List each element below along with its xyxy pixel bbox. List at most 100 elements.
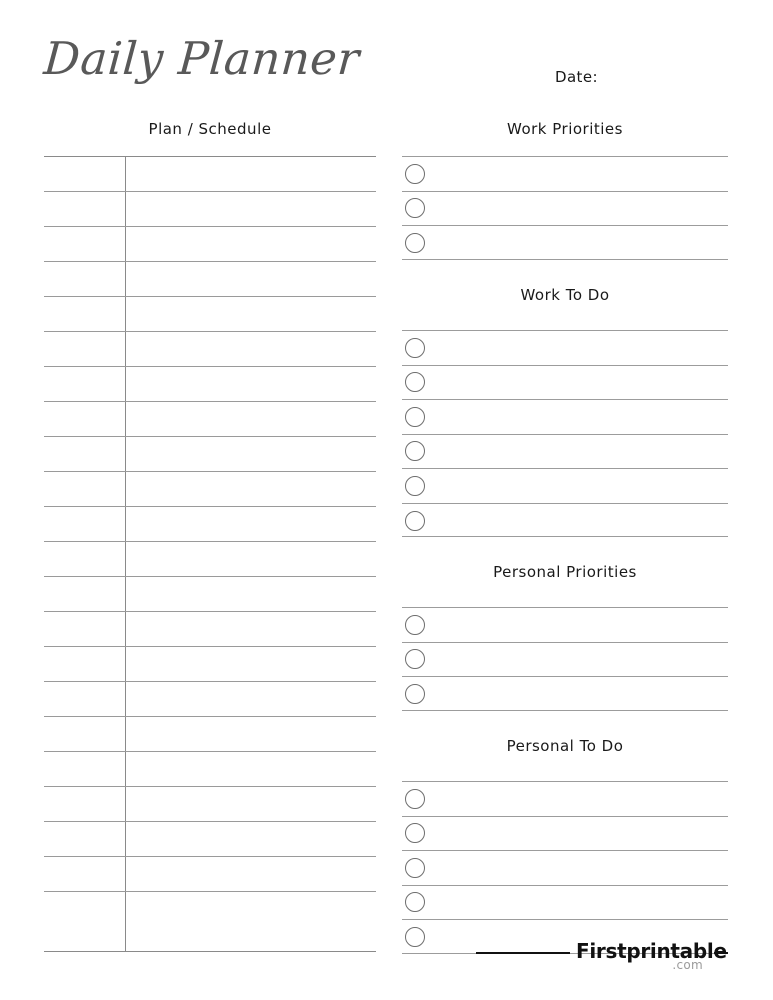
- schedule-note-cell[interactable]: [126, 157, 376, 191]
- checkbox-circle-icon[interactable]: [405, 406, 425, 427]
- schedule-time-cell[interactable]: [44, 682, 125, 716]
- list-item[interactable]: [402, 677, 728, 712]
- schedule-time-cell[interactable]: [44, 717, 125, 751]
- list-item[interactable]: [402, 817, 728, 851]
- schedule-note-cell[interactable]: [126, 367, 376, 401]
- schedule-row[interactable]: [44, 507, 376, 542]
- schedule-row[interactable]: [44, 647, 376, 682]
- checkbox-circle-icon[interactable]: [405, 788, 425, 809]
- schedule-time-cell[interactable]: [44, 402, 125, 436]
- date-label[interactable]: Date:: [555, 68, 598, 86]
- schedule-row[interactable]: [44, 892, 376, 927]
- schedule-time-cell[interactable]: [44, 192, 125, 226]
- list-item[interactable]: [402, 157, 728, 192]
- schedule-row[interactable]: [44, 787, 376, 822]
- schedule-time-cell[interactable]: [44, 437, 125, 471]
- schedule-note-cell[interactable]: [126, 787, 376, 821]
- schedule-note-cell[interactable]: [126, 472, 376, 506]
- list-item-text[interactable]: [425, 192, 728, 226]
- list-item-text[interactable]: [425, 226, 728, 261]
- schedule-time-cell[interactable]: [44, 297, 125, 331]
- schedule-note-cell[interactable]: [126, 227, 376, 261]
- schedule-row[interactable]: [44, 367, 376, 402]
- schedule-time-cell[interactable]: [44, 892, 125, 927]
- list-item-text[interactable]: [425, 400, 728, 434]
- schedule-row[interactable]: [44, 472, 376, 507]
- schedule-row[interactable]: [44, 822, 376, 857]
- schedule-note-cell[interactable]: [126, 437, 376, 471]
- checkbox-circle-icon[interactable]: [405, 510, 425, 531]
- list-item[interactable]: [402, 226, 728, 261]
- schedule-row[interactable]: [44, 297, 376, 332]
- list-item[interactable]: [402, 504, 728, 539]
- list-item-text[interactable]: [425, 366, 728, 400]
- schedule-note-cell[interactable]: [126, 542, 376, 576]
- schedule-note-cell[interactable]: [126, 717, 376, 751]
- list-item[interactable]: [402, 886, 728, 920]
- schedule-time-cell[interactable]: [44, 542, 125, 576]
- schedule-note-cell[interactable]: [126, 262, 376, 296]
- checkbox-circle-icon[interactable]: [405, 684, 425, 705]
- checkbox-circle-icon[interactable]: [405, 857, 425, 878]
- schedule-time-cell[interactable]: [44, 647, 125, 681]
- schedule-row[interactable]: [44, 717, 376, 752]
- list-item[interactable]: [402, 192, 728, 226]
- schedule-time-cell[interactable]: [44, 822, 125, 856]
- checkbox-circle-icon[interactable]: [405, 163, 425, 184]
- schedule-note-cell[interactable]: [126, 332, 376, 366]
- list-item-text[interactable]: [425, 851, 728, 885]
- schedule-row[interactable]: [44, 857, 376, 892]
- schedule-row[interactable]: [44, 402, 376, 437]
- schedule-row[interactable]: [44, 752, 376, 787]
- schedule-note-cell[interactable]: [126, 577, 376, 611]
- schedule-time-cell[interactable]: [44, 577, 125, 611]
- list-item[interactable]: [402, 400, 728, 435]
- list-item[interactable]: [402, 608, 728, 643]
- schedule-time-cell[interactable]: [44, 472, 125, 506]
- checkbox-circle-icon[interactable]: [405, 927, 425, 948]
- checkbox-circle-icon[interactable]: [405, 823, 425, 844]
- schedule-note-cell[interactable]: [126, 297, 376, 331]
- schedule-note-cell[interactable]: [126, 752, 376, 786]
- list-item-text[interactable]: [425, 782, 728, 816]
- schedule-row[interactable]: [44, 682, 376, 717]
- schedule-time-cell[interactable]: [44, 612, 125, 646]
- schedule-row[interactable]: [44, 577, 376, 612]
- checkbox-circle-icon[interactable]: [405, 372, 425, 393]
- schedule-note-cell[interactable]: [126, 612, 376, 646]
- checkbox-circle-icon[interactable]: [405, 233, 425, 254]
- schedule-note-cell[interactable]: [126, 892, 376, 927]
- list-item[interactable]: [402, 366, 728, 400]
- checkbox-circle-icon[interactable]: [405, 614, 425, 635]
- schedule-row[interactable]: [44, 227, 376, 262]
- checkbox-circle-icon[interactable]: [405, 475, 425, 496]
- list-item-text[interactable]: [425, 435, 728, 469]
- list-item[interactable]: [402, 851, 728, 886]
- schedule-note-cell[interactable]: [126, 647, 376, 681]
- checkbox-circle-icon[interactable]: [405, 198, 425, 219]
- schedule-time-cell[interactable]: [44, 332, 125, 366]
- list-item-text[interactable]: [425, 157, 728, 191]
- schedule-time-cell[interactable]: [44, 787, 125, 821]
- list-item-text[interactable]: [425, 608, 728, 642]
- schedule-time-cell[interactable]: [44, 857, 125, 891]
- schedule-time-cell[interactable]: [44, 507, 125, 541]
- schedule-row[interactable]: [44, 542, 376, 577]
- list-item-text[interactable]: [425, 817, 728, 851]
- checkbox-circle-icon[interactable]: [405, 337, 425, 358]
- list-item-text[interactable]: [425, 886, 728, 920]
- schedule-note-cell[interactable]: [126, 822, 376, 856]
- schedule-time-cell[interactable]: [44, 262, 125, 296]
- list-item-text[interactable]: [425, 504, 728, 539]
- list-item[interactable]: [402, 782, 728, 817]
- checkbox-circle-icon[interactable]: [405, 649, 425, 670]
- list-item[interactable]: [402, 643, 728, 677]
- schedule-note-cell[interactable]: [126, 192, 376, 226]
- list-item[interactable]: [402, 435, 728, 469]
- schedule-row[interactable]: [44, 332, 376, 367]
- schedule-time-cell[interactable]: [44, 367, 125, 401]
- schedule-note-cell[interactable]: [126, 402, 376, 436]
- checkbox-circle-icon[interactable]: [405, 892, 425, 913]
- list-item[interactable]: [402, 331, 728, 366]
- schedule-time-cell[interactable]: [44, 227, 125, 261]
